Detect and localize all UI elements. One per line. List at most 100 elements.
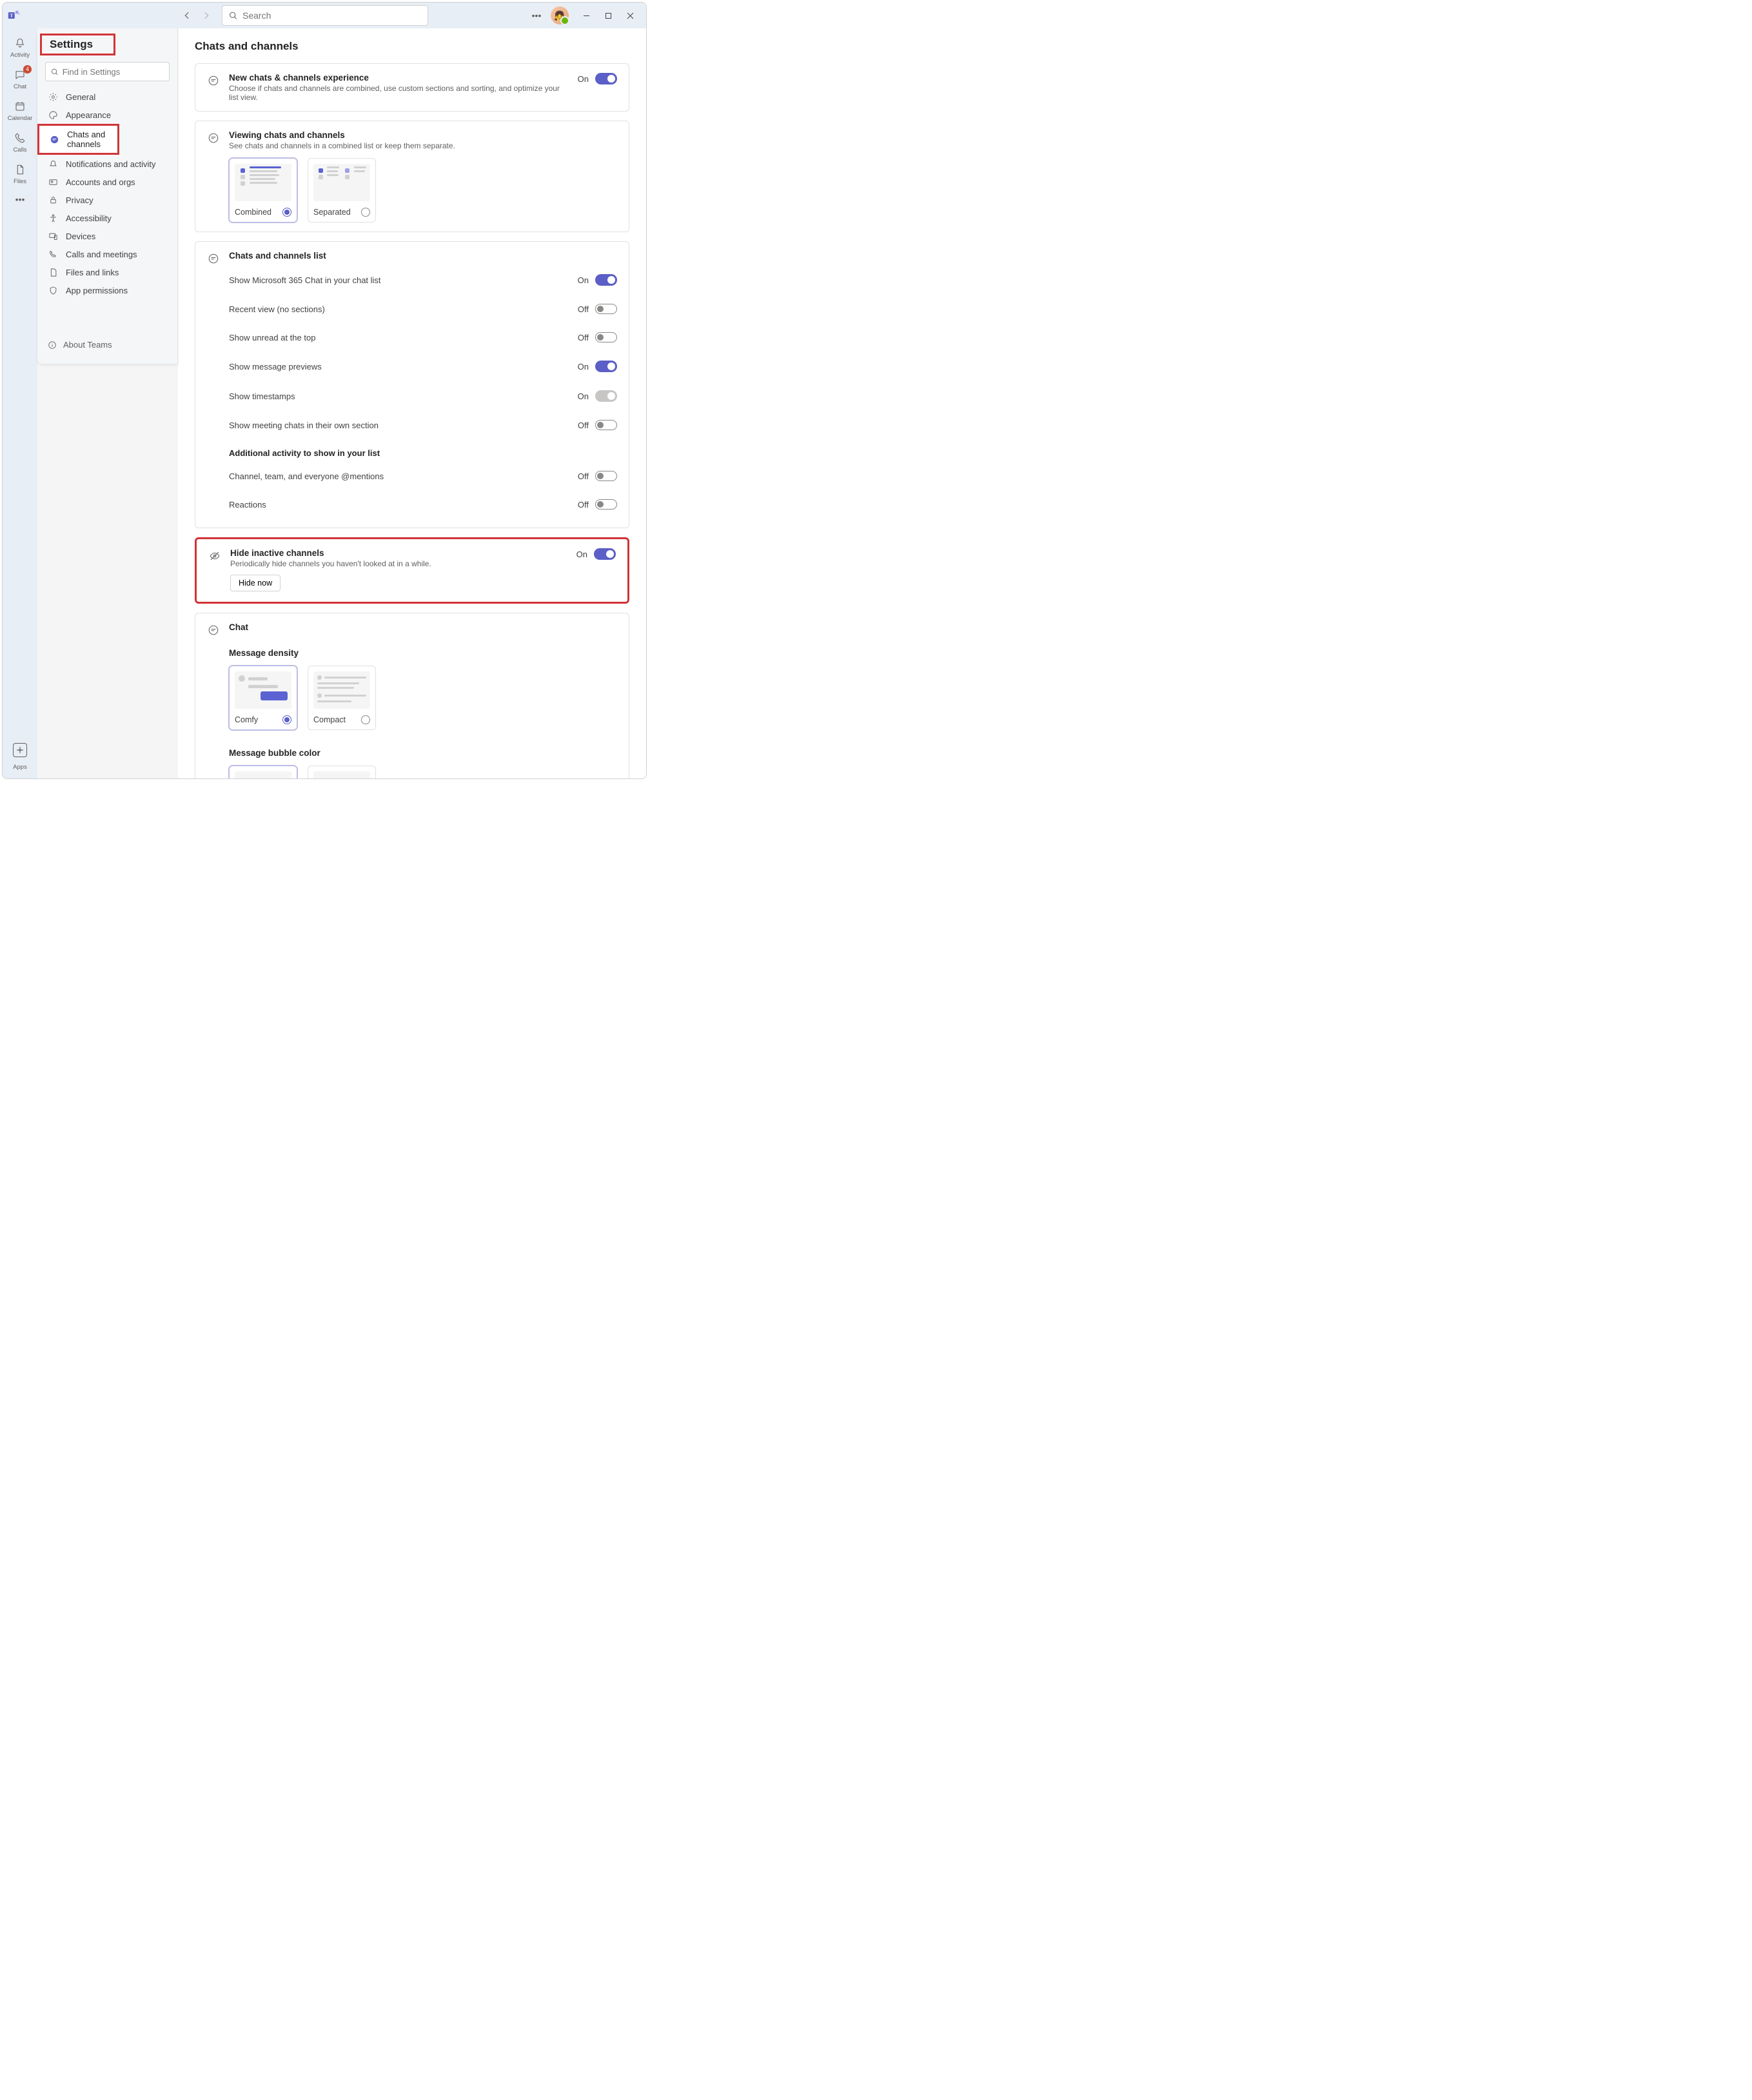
card-title: Chats and channels list bbox=[229, 251, 617, 261]
card-title: Hide inactive channels bbox=[230, 548, 567, 558]
nav-calls-meetings[interactable]: Calls and meetings bbox=[37, 245, 177, 263]
rail-files[interactable]: Files bbox=[5, 160, 35, 188]
toggle[interactable] bbox=[595, 420, 617, 430]
toggle-state: Off bbox=[578, 471, 589, 481]
nav-files-links[interactable]: Files and links bbox=[37, 263, 177, 281]
option-compact[interactable]: Compact bbox=[308, 666, 376, 730]
radio-compact[interactable] bbox=[361, 715, 370, 724]
setting-label: Channel, team, and everyone @mentions bbox=[229, 471, 384, 481]
rail-calls[interactable]: Calls bbox=[5, 128, 35, 156]
maximize-button[interactable] bbox=[597, 6, 619, 25]
option-light-color[interactable]: 🍜Noodles! Light bbox=[308, 766, 376, 778]
search-input[interactable] bbox=[242, 10, 421, 21]
card-new-experience: New chats & channels experience Choose i… bbox=[195, 63, 629, 112]
settings-title: Settings bbox=[50, 38, 93, 51]
setting-label: Show unread at the top bbox=[229, 333, 315, 342]
chat-bubble-icon bbox=[207, 252, 220, 265]
rail-label: Activity bbox=[10, 52, 30, 59]
nav-appearance[interactable]: Appearance bbox=[37, 106, 177, 124]
toggle-state: On bbox=[578, 275, 589, 285]
radio-combined[interactable] bbox=[282, 208, 291, 217]
back-button[interactable] bbox=[178, 6, 196, 25]
nav-notifications[interactable]: Notifications and activity bbox=[37, 155, 177, 173]
rail-chat[interactable]: 4 Chat bbox=[5, 65, 35, 93]
minimize-button[interactable] bbox=[575, 6, 597, 25]
radio-comfy[interactable] bbox=[282, 715, 291, 724]
lock-icon bbox=[48, 195, 58, 205]
rail-calendar[interactable]: Calendar bbox=[5, 97, 35, 124]
phone-icon bbox=[48, 249, 58, 259]
bell-icon bbox=[48, 159, 58, 169]
file-icon bbox=[48, 267, 58, 277]
setting-row: Show message previewsOn bbox=[207, 352, 617, 381]
toggle[interactable] bbox=[595, 304, 617, 314]
id-card-icon bbox=[48, 177, 58, 187]
nav-label: Chats and channels bbox=[67, 130, 107, 149]
option-label: Comfy bbox=[235, 715, 258, 724]
nav-chats-channels[interactable]: Chats and channels bbox=[37, 124, 119, 155]
settings-content: Chats and channels New chats & channels … bbox=[178, 28, 646, 778]
card-desc: See chats and channels in a combined lis… bbox=[229, 141, 617, 150]
close-button[interactable] bbox=[619, 6, 641, 25]
gear-icon bbox=[48, 92, 58, 102]
settings-search[interactable] bbox=[45, 62, 170, 81]
about-teams[interactable]: About Teams bbox=[37, 333, 177, 356]
preview-light: 🍜Noodles! bbox=[313, 771, 370, 778]
setting-row: Show meeting chats in their own sectionO… bbox=[207, 411, 617, 439]
nav-app-permissions[interactable]: App permissions bbox=[37, 281, 177, 299]
nav-label: Devices bbox=[66, 232, 95, 241]
card-title: New chats & channels experience bbox=[229, 73, 569, 83]
settings-sidebar: Settings General Appearance Chats and ch… bbox=[37, 28, 178, 364]
nav-label: General bbox=[66, 92, 95, 102]
rail-apps-button[interactable] bbox=[13, 743, 27, 757]
setting-label: Show meeting chats in their own section bbox=[229, 421, 379, 430]
toggle[interactable] bbox=[595, 361, 617, 372]
rail-more-icon[interactable]: ••• bbox=[15, 194, 25, 204]
bell-icon bbox=[13, 36, 27, 50]
radio-separated[interactable] bbox=[361, 208, 370, 217]
toggle[interactable] bbox=[595, 471, 617, 481]
toggle-hide-inactive[interactable] bbox=[594, 548, 616, 560]
nav-accessibility[interactable]: Accessibility bbox=[37, 209, 177, 227]
nav-privacy[interactable]: Privacy bbox=[37, 191, 177, 209]
global-search[interactable] bbox=[222, 5, 428, 26]
nav-accounts[interactable]: Accounts and orgs bbox=[37, 173, 177, 191]
sub-heading: Additional activity to show in your list bbox=[229, 448, 380, 458]
option-comfy[interactable]: Comfy bbox=[229, 666, 297, 730]
chat-bubble-icon bbox=[207, 132, 220, 144]
titlebar-more-icon[interactable]: ••• bbox=[529, 10, 544, 21]
setting-row: Show Microsoft 365 Chat in your chat lis… bbox=[207, 265, 617, 295]
devices-icon bbox=[48, 231, 58, 241]
svg-text:T: T bbox=[10, 13, 13, 19]
option-separated[interactable]: Separated bbox=[308, 158, 376, 223]
chat-badge: 4 bbox=[23, 65, 32, 74]
toggle[interactable] bbox=[595, 499, 617, 510]
toggle[interactable] bbox=[595, 332, 617, 342]
option-combined[interactable]: Combined bbox=[229, 158, 297, 223]
app-window: T ••• 👧 Activity 4 Cha bbox=[2, 2, 647, 779]
search-icon bbox=[229, 11, 237, 20]
user-avatar[interactable]: 👧 bbox=[551, 6, 569, 25]
card-list-settings: Chats and channels list Show Microsoft 3… bbox=[195, 241, 629, 528]
accessibility-icon bbox=[48, 213, 58, 223]
nav-devices[interactable]: Devices bbox=[37, 227, 177, 245]
setting-label: Show message previews bbox=[229, 362, 322, 371]
eye-slash-icon bbox=[208, 550, 221, 562]
toggle[interactable] bbox=[595, 274, 617, 286]
hide-now-button[interactable]: Hide now bbox=[230, 575, 281, 591]
option-label: Combined bbox=[235, 208, 271, 217]
chat-bubble-icon bbox=[207, 624, 220, 637]
about-label: About Teams bbox=[63, 340, 112, 350]
option-bold-color[interactable]: 🍜Noodles! Bold bbox=[229, 766, 297, 778]
toggle-new-experience[interactable] bbox=[595, 73, 617, 84]
forward-button[interactable] bbox=[197, 6, 215, 25]
card-viewing: Viewing chats and channels See chats and… bbox=[195, 121, 629, 232]
rail-activity[interactable]: Activity bbox=[5, 34, 35, 61]
shield-icon bbox=[48, 285, 58, 295]
calendar-icon bbox=[13, 99, 27, 114]
preview-separated bbox=[313, 164, 370, 201]
nav-general[interactable]: General bbox=[37, 88, 177, 106]
card-desc: Periodically hide channels you haven't l… bbox=[230, 559, 567, 568]
settings-search-input[interactable] bbox=[63, 67, 164, 77]
setting-row: Show timestampsOn bbox=[207, 381, 617, 411]
